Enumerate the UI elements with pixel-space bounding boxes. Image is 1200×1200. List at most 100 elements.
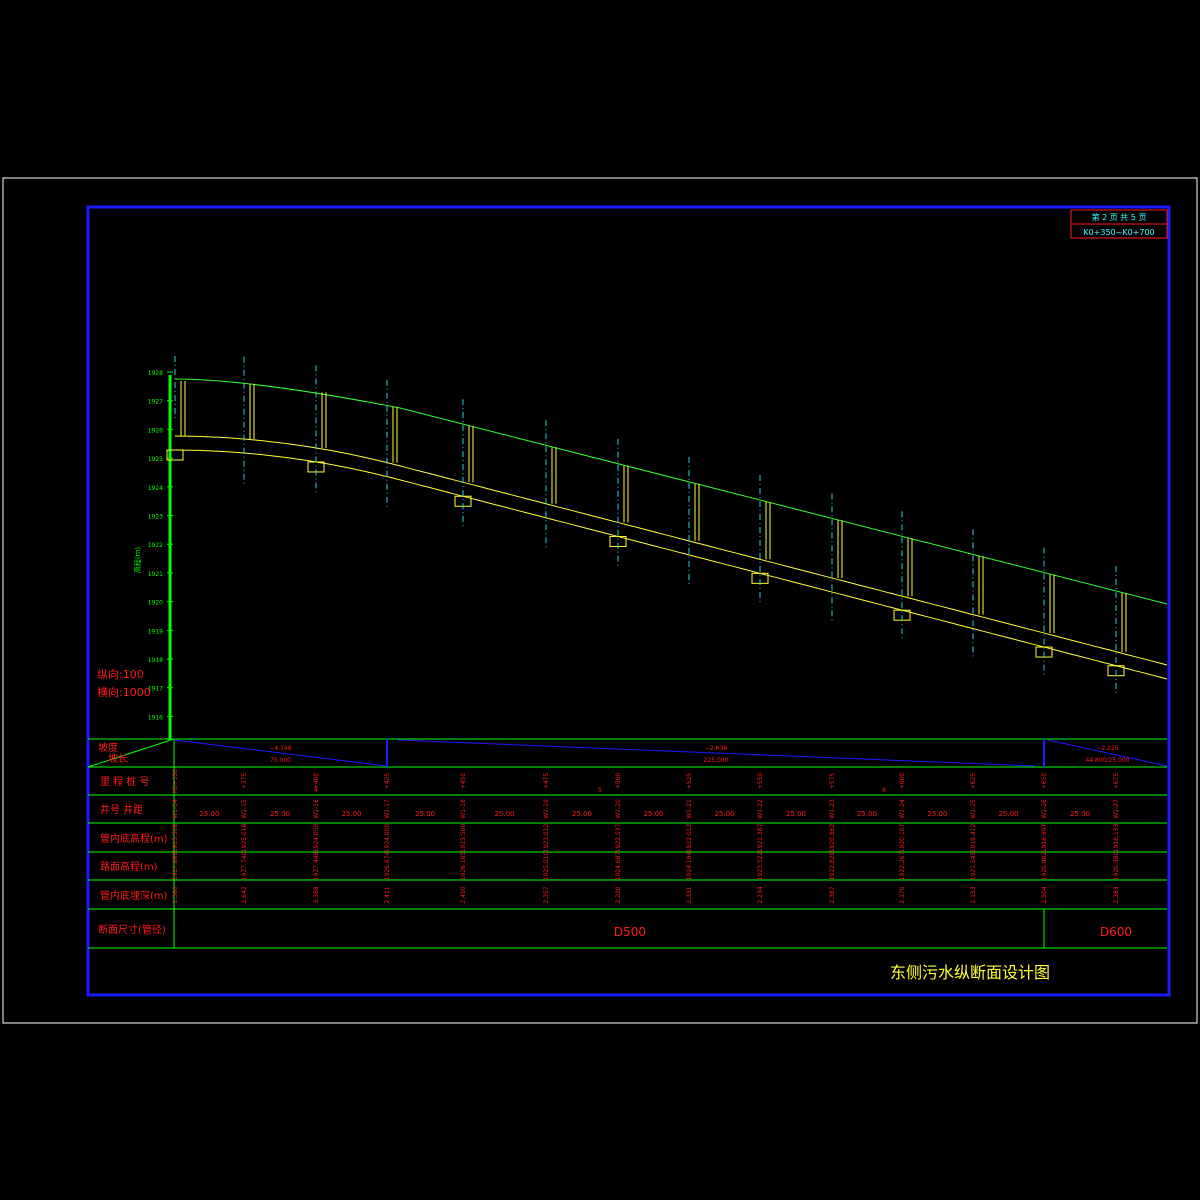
pipe-depth: 2.170 xyxy=(899,886,906,903)
well-number: W1-18 xyxy=(460,799,467,819)
station-label: K0+350 xyxy=(172,769,179,793)
station-label: +450 xyxy=(460,773,467,790)
row-label-well: 井号 井距 xyxy=(100,803,143,816)
ground-elevation: 1927.740 xyxy=(241,852,248,881)
scale-horizontal: 横向:1000 xyxy=(97,685,151,699)
station-label: +525 xyxy=(686,773,693,790)
row-label-slope-bottom: 坡长 xyxy=(108,752,128,765)
elevation-axis: 高程(m) 1928 1927 1926 1925 1924 1923 1922 1921 19… xyxy=(133,370,173,740)
well-spacing: 25.00 xyxy=(786,810,806,818)
profile-drawing: 第 2 页 共 5 页 K0+350~K0+700 高程(m) 1928 1927… xyxy=(2,177,1198,1024)
sheet-info-box: 第 2 页 共 5 页 K0+350~K0+700 xyxy=(1070,209,1168,239)
well-spacing: 25.00 xyxy=(643,810,663,818)
station-label: +550 xyxy=(757,773,764,790)
station-label: +425 xyxy=(384,773,391,790)
pipe-depth: 2.234 xyxy=(757,886,764,903)
well-spacing: 25.00 xyxy=(857,810,877,818)
well-spacing: 25.00 xyxy=(415,810,435,818)
ground-elevation: 1924.194 xyxy=(686,852,693,881)
slope-length: 44.800/25.000 xyxy=(1085,757,1129,764)
well-number: W1-27 xyxy=(1113,799,1120,819)
row-label-pipe-size: 断面尺寸(管径) xyxy=(98,923,166,936)
axis-tick-label: 1919 xyxy=(148,628,163,635)
invert-elevation: 1923.500 xyxy=(460,824,467,853)
ground-elevation: 1920.802 xyxy=(1041,852,1048,881)
ground-elevation: 1921.545 xyxy=(970,852,977,881)
slope-length: 225.000 xyxy=(704,757,729,764)
well-spacing: 25.00 xyxy=(494,810,514,818)
well-number: W1-25 xyxy=(970,799,977,819)
inner-frame xyxy=(86,205,1171,997)
invert-elevation: 1921.387 xyxy=(757,824,764,853)
pipe-size-d500: D500 xyxy=(614,925,646,939)
station-label: +575 xyxy=(829,773,836,790)
well-number: W1-19 xyxy=(543,799,550,819)
row-label-slope-top: 坡度 xyxy=(98,741,118,754)
invert-elevation: 1925.018 xyxy=(241,824,248,853)
ground-elevation: 1927.888 xyxy=(172,852,179,881)
axis-tick-label: 1921 xyxy=(148,571,163,578)
table-content: −4.196 75.000 −2.638 225.000 −2.225 44.800/25… xyxy=(172,739,1168,904)
ground-elevation: 1924.687 xyxy=(615,852,622,881)
slope-length: 75.000 xyxy=(270,757,291,764)
pipe-depth: 3.388 xyxy=(313,886,320,903)
axis-tick-label: 1916 xyxy=(148,714,163,721)
well-number: W1-21 xyxy=(686,799,693,819)
well-spacing: 25.00 xyxy=(927,810,947,818)
well-number: W1-17 xyxy=(384,799,391,819)
axis-tick-label: 1922 xyxy=(148,542,163,549)
slope-grade: −2.638 xyxy=(705,745,727,752)
row-label-depth: 管内底埋深(m) xyxy=(100,889,168,902)
scale-vertical: 纵向:100 xyxy=(97,667,144,681)
ground-elevation: 1923.522 xyxy=(757,852,764,881)
axis-ylabel: 高程(m) xyxy=(133,547,142,574)
well-number: W1-23 xyxy=(829,799,836,819)
invert-elevation: 1918.133 xyxy=(1113,824,1120,853)
invert-elevation: 1924.000 xyxy=(384,824,391,853)
well-spacing: 25.00 xyxy=(714,810,734,818)
ground-line xyxy=(174,378,1168,605)
well-number: W1-16 xyxy=(313,799,320,819)
axis-tick-label: 1926 xyxy=(148,427,163,434)
slope-grade: −4.196 xyxy=(269,745,291,752)
pipe-depth: 2.504 xyxy=(1041,886,1048,903)
ground-elevation: 1927.448 xyxy=(313,852,320,881)
invert-elevation: 1920.862 xyxy=(829,824,836,853)
ground-elevation: 1922.267 xyxy=(899,852,906,881)
well-number: W1-22 xyxy=(757,799,764,819)
station-label: +625 xyxy=(970,773,977,790)
pipe-depth: 2.230 xyxy=(615,886,622,903)
station-mark: 6 xyxy=(882,787,886,794)
sheet-page-label: 第 2 页 共 5 页 xyxy=(1092,212,1147,222)
station-label: +675 xyxy=(1113,773,1120,790)
well-number: W1-26 xyxy=(1041,799,1048,819)
row-label-ground: 路面高程(m) xyxy=(100,860,158,873)
pipe-depth: 2.331 xyxy=(686,886,693,903)
well-axes xyxy=(174,356,1117,696)
invert-elevation: 1919.412 xyxy=(970,824,977,853)
invert-elevation: 1922.537 xyxy=(615,824,622,853)
station-label: +475 xyxy=(543,773,550,790)
ground-elevation: 1926.874 xyxy=(384,852,391,881)
axis-tick-label: 1918 xyxy=(148,657,163,664)
axis-tick-label: 1925 xyxy=(148,456,163,463)
station-label: +500 xyxy=(615,773,622,790)
pipe-depth: 2.383 xyxy=(1113,886,1120,903)
well-spacing: 25.00 xyxy=(998,810,1018,818)
ground-elevation: 1926.185 xyxy=(460,852,467,881)
pipe-depth: 2.642 xyxy=(241,886,248,903)
table-row-labels: 坡度 坡长 里 程 桩 号 井号 井距 管内底高程(m) 路面高程(m) 管内底… xyxy=(98,741,168,936)
row-label-station: 里 程 桩 号 xyxy=(100,775,150,788)
pipe-depth: 2.411 xyxy=(384,886,391,903)
station-mark: 4 xyxy=(314,787,318,794)
data-table-grid xyxy=(87,738,1167,949)
invert-elevation: 1923.012 xyxy=(543,824,550,853)
invert-elevation: 1918.997 xyxy=(1041,824,1048,853)
pipe-depth: 2.133 xyxy=(970,886,977,903)
well-spacing: 25.00 xyxy=(341,810,361,818)
slope-grade: −2.225 xyxy=(1096,745,1118,752)
ground-elevation: 1925.510 xyxy=(543,852,550,881)
axis-tick-label: 1920 xyxy=(148,600,163,607)
invert-elevation: 1924.050 xyxy=(313,824,320,853)
pipe-depth: 2.380 xyxy=(172,886,179,903)
